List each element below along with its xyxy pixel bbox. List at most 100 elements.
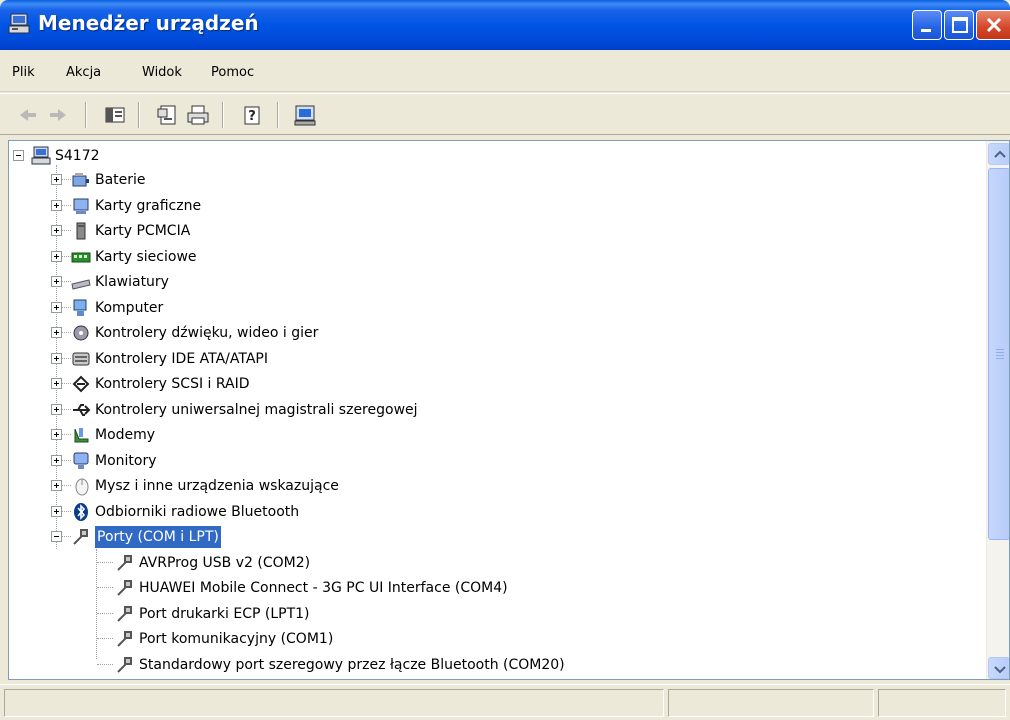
vertical-scrollbar[interactable]	[986, 141, 1009, 679]
scsi-raid-icon	[71, 374, 91, 394]
scroll-up-button[interactable]	[988, 143, 1009, 165]
port-device-label: Port komunikacyjny (COM1)	[139, 631, 334, 647]
properties-icon[interactable]	[155, 103, 179, 127]
forward-arrow-icon[interactable]	[46, 103, 70, 127]
tree-category-label: Odbiorniki radiowe Bluetooth	[95, 503, 300, 520]
tree-category-item[interactable]: Porty (COM i LPT)	[9, 525, 709, 549]
expand-toggle[interactable]	[51, 199, 62, 211]
port-icon	[115, 629, 135, 649]
device-tree-pane[interactable]: S4172 Baterie Karty graficzne Karty PCMCIA…	[8, 140, 1010, 680]
tree-category-item[interactable]: Kontrolery uniwersalnej magistrali szere…	[9, 398, 709, 422]
tree-category-item[interactable]: Modemy	[9, 423, 709, 447]
port-icon	[115, 553, 135, 573]
expand-toggle[interactable]	[51, 378, 62, 389]
tree-category-label: Kontrolery dźwięku, wideo i gier	[95, 325, 319, 341]
tree-category-label: Modemy	[95, 427, 156, 443]
title-bar[interactable]: Menedżer urządzeń	[0, 0, 1010, 50]
port-device-item[interactable]: Port komunikacyjny (COM1)	[9, 627, 809, 651]
tree-category-label: Klawiatury	[95, 274, 169, 290]
port-device-item[interactable]: Standardowy port szeregowy przez łącze B…	[9, 653, 809, 677]
port-icon	[115, 604, 135, 624]
tree-category-label: Mysz i inne urządzenia wskazujące	[95, 478, 339, 494]
toolbar: ?	[0, 93, 1010, 135]
sound-video-icon	[71, 323, 91, 343]
mouse-icon	[71, 476, 91, 496]
port-icon	[71, 527, 91, 547]
scrollbar-thumb[interactable]	[988, 168, 1009, 540]
print-icon[interactable]	[186, 103, 210, 127]
port-device-label: AVRProg USB v2 (COM2)	[139, 554, 311, 571]
menu-akcja[interactable]: Akcja	[66, 65, 101, 80]
scan-hardware-icon[interactable]	[293, 103, 317, 127]
tree-category-label: Monitory	[95, 452, 157, 469]
collapse-toggle[interactable]	[51, 531, 62, 542]
toolbar-separator	[222, 102, 224, 128]
expand-toggle[interactable]	[51, 301, 62, 313]
port-icon	[115, 578, 135, 598]
port-device-item[interactable]: Port drukarki ECP (LPT1)	[9, 602, 809, 626]
status-cell-middle	[668, 689, 874, 717]
tree-category-item[interactable]: Karty PCMCIA	[9, 219, 709, 243]
tree-category-label: Kontrolery IDE ATA/ATAPI	[95, 350, 268, 367]
expand-toggle[interactable]	[51, 225, 62, 236]
expand-toggle[interactable]	[51, 454, 62, 466]
tree-category-item[interactable]: Baterie	[9, 168, 709, 192]
back-arrow-icon[interactable]	[16, 103, 40, 127]
tree-category-label: Komputer	[95, 299, 164, 316]
show-hide-tree-icon[interactable]	[103, 103, 127, 127]
tree-category-label: Porty (COM i LPT)	[95, 526, 221, 548]
tree-category-item[interactable]: Kontrolery dźwięku, wideo i gier	[9, 321, 709, 345]
tree-category-item[interactable]: Mysz i inne urządzenia wskazujące	[9, 474, 709, 498]
tree-category-item[interactable]: Kontrolery SCSI i RAID	[9, 372, 709, 396]
tree-category-item[interactable]: Kontrolery IDE ATA/ATAPI	[9, 347, 709, 371]
expand-toggle[interactable]	[51, 403, 62, 415]
expand-toggle[interactable]	[51, 276, 62, 287]
pcmcia-icon	[71, 221, 91, 241]
close-button[interactable]	[976, 10, 1010, 40]
port-device-item[interactable]: AVRProg USB v2 (COM2)	[9, 551, 809, 575]
bluetooth-icon	[71, 502, 91, 522]
port-device-item[interactable]: HUAWEI Mobile Connect - 3G PC UI Interfa…	[9, 576, 809, 600]
help-icon[interactable]: ?	[240, 103, 264, 127]
usb-icon	[71, 400, 91, 420]
toolbar-separator	[277, 102, 279, 128]
device-manager-icon	[8, 13, 32, 35]
tree-category-label: Baterie	[95, 172, 146, 188]
tree-category-label: Karty PCMCIA	[95, 223, 191, 239]
expand-toggle[interactable]	[51, 327, 62, 338]
expand-toggle[interactable]	[51, 505, 62, 517]
tree-category-item[interactable]: Klawiatury	[9, 270, 709, 294]
tree-category-item[interactable]: Karty graficzne	[9, 194, 709, 218]
status-cell-main	[4, 689, 664, 717]
device-tree: S4172 Baterie Karty graficzne Karty PCMCIA…	[9, 141, 984, 679]
menu-pomoc[interactable]: Pomoc	[211, 65, 254, 80]
minimize-button[interactable]	[912, 10, 942, 40]
port-device-label: Standardowy port szeregowy przez łącze B…	[139, 656, 565, 673]
tree-category-item[interactable]: Karty sieciowe	[9, 245, 709, 269]
scroll-down-button[interactable]	[988, 657, 1009, 679]
menu-plik[interactable]: Plik	[12, 65, 35, 80]
toolbar-separator	[85, 102, 87, 128]
expand-toggle[interactable]	[51, 250, 62, 262]
expand-toggle[interactable]	[51, 429, 62, 440]
keyboard-icon	[71, 272, 91, 292]
tree-root[interactable]: S4172	[9, 144, 409, 168]
tree-category-item[interactable]: Odbiorniki radiowe Bluetooth	[9, 500, 709, 524]
maximize-button[interactable]	[944, 10, 974, 40]
tree-category-item[interactable]: Komputer	[9, 296, 709, 320]
tree-category-label: Karty sieciowe	[95, 248, 197, 265]
tree-category-label: Kontrolery SCSI i RAID	[95, 376, 250, 392]
expand-toggle[interactable]	[51, 352, 62, 364]
computer-icon	[71, 298, 91, 318]
port-device-label: HUAWEI Mobile Connect - 3G PC UI Interfa…	[139, 580, 508, 596]
tree-category-label: Kontrolery uniwersalnej magistrali szere…	[95, 401, 418, 418]
tree-category-item[interactable]: Monitory	[9, 449, 709, 473]
status-bar	[0, 684, 1010, 720]
svg-text:?: ?	[248, 109, 256, 124]
expand-toggle[interactable]	[51, 480, 62, 491]
computer-icon	[31, 146, 51, 166]
collapse-toggle[interactable]	[13, 150, 24, 161]
modem-icon	[71, 425, 91, 445]
expand-toggle[interactable]	[51, 174, 62, 185]
menu-widok[interactable]: Widok	[142, 65, 182, 80]
